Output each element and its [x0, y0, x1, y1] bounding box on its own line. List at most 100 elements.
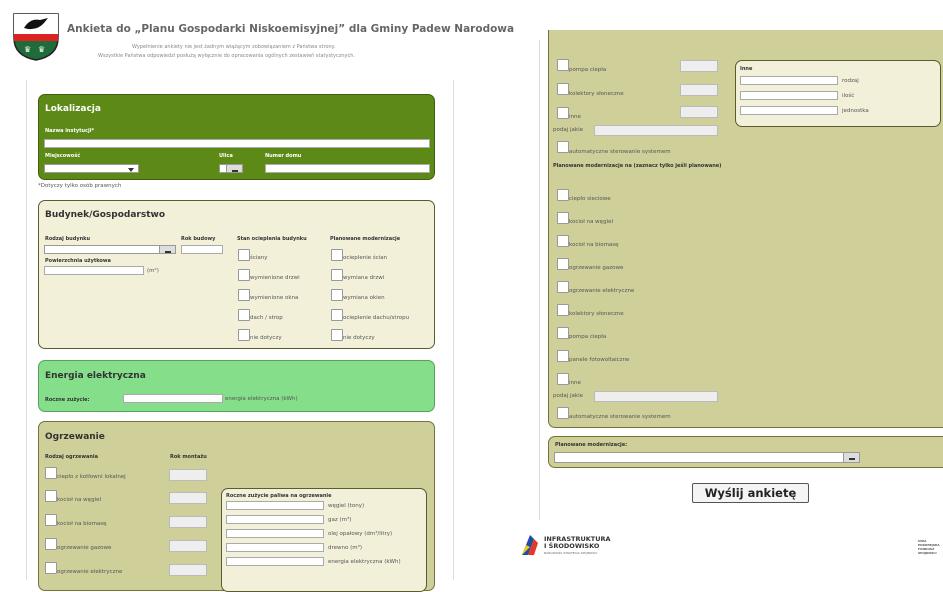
label-miejscowosc: Miejscowość: [45, 153, 81, 159]
checkbox-ogrz-elektryczne[interactable]: [45, 562, 57, 574]
checkbox-kolektory[interactable]: [557, 83, 569, 95]
checkbox-plan-nie-dotyczy[interactable]: [331, 329, 343, 341]
paliwo-unit: energia elektryczna (kWh): [328, 559, 401, 565]
section-energia: Energia elektryczna Roczne zużycie: ener…: [38, 360, 435, 412]
eu-line-2: FUNDUSZ SPÓJNOŚCI: [918, 547, 937, 555]
paliwo-unit: drewno (m³): [328, 545, 362, 551]
planowane-modernizacje-select[interactable]: [554, 452, 860, 463]
checkbox-plan-kolektory[interactable]: [557, 304, 569, 316]
checkbox-plan-pompa[interactable]: [557, 327, 569, 339]
rok-montazu-input[interactable]: [169, 516, 207, 528]
checkbox-stan-okna[interactable]: [238, 289, 250, 301]
checkbox-label: ściany: [250, 255, 268, 261]
footer-logo-text: INFRASTRUKTURA I ŚRODOWISKO: [544, 536, 611, 550]
label-roczne-zuzycie-paliwa: Roczne zużycie paliwa na ogrzewanie: [226, 493, 332, 499]
eu-line-1: UNIA EUROPEJSKA: [918, 539, 940, 547]
checkbox-plan-okna[interactable]: [331, 289, 343, 301]
rodzaj-budynku-select[interactable]: [44, 245, 176, 254]
label-planowane-modernizacje: Planowane modernizacje: [330, 236, 401, 242]
checkbox-plan-biomasa[interactable]: [557, 235, 569, 247]
rok-montazu-input[interactable]: [680, 106, 718, 118]
inne-field-label: rodzaj: [842, 78, 859, 84]
checkbox-plan-inne[interactable]: [557, 373, 569, 385]
label-rodzaj-ogrzewania: Rodzaj ogrzewania: [45, 454, 99, 460]
checkbox-plan-drzwi[interactable]: [331, 269, 343, 281]
gmina-crest-logo: ♛ ♛: [10, 10, 62, 62]
section-title-energia: Energia elektryczna: [45, 371, 146, 381]
checkbox-plan-fotowoltaika[interactable]: [557, 350, 569, 362]
label-rodzaj-budynku: Rodzaj budynku: [45, 236, 91, 242]
checkbox-label: ogrzewanie elektryczne: [57, 569, 123, 575]
checkbox-inne[interactable]: [557, 107, 569, 119]
checkbox-plan-cieplo[interactable]: [557, 189, 569, 201]
label-planowane-na: Planowane modernizacje na (zaznacz tylko…: [553, 163, 722, 169]
dropdown-button-icon: [226, 165, 242, 172]
checkbox-label: nie dotyczy: [343, 335, 375, 341]
rok-montazu-input[interactable]: [680, 60, 718, 72]
checkbox-label: automatyczne sterowanie systemem: [569, 414, 671, 420]
checkbox-automatyczne[interactable]: [557, 141, 569, 153]
checkbox-pompa-ciepla[interactable]: [557, 59, 569, 71]
checkbox-plan-sciany[interactable]: [331, 249, 343, 261]
eu-flag-ribbon-icon: [520, 533, 540, 557]
checkbox-stan-nie-dotyczy[interactable]: [238, 329, 250, 341]
rok-budowy-input[interactable]: [181, 245, 223, 254]
section-title-lokalizacja: Lokalizacja: [45, 104, 101, 114]
inne-jednostka-input[interactable]: [740, 106, 838, 115]
rok-montazu-input[interactable]: [169, 469, 207, 481]
paliwo-unit: węgiel (tony): [328, 503, 365, 509]
inne-ilosc-input[interactable]: [740, 91, 838, 100]
rok-montazu-input[interactable]: [680, 84, 718, 96]
miejscowosc-select[interactable]: [44, 164, 139, 173]
checkbox-ogrz-gaz[interactable]: [45, 538, 57, 550]
checkbox-label: automatyczne sterowanie systemem: [569, 149, 671, 155]
energia-input[interactable]: [123, 394, 223, 403]
powierzchnia-input[interactable]: [44, 266, 144, 275]
inne-box: Inne rodzaj ilość jednostka: [735, 60, 941, 127]
checkbox-stan-sciany[interactable]: [238, 249, 250, 261]
podaj-jakie-input[interactable]: [594, 125, 718, 136]
label-stan-ocieplenia: Stan ocieplenia budynku: [237, 236, 307, 242]
label-planowane-modernizacje-2: Planowane modernizacje:: [555, 442, 628, 448]
checkbox-automatyczne-2[interactable]: [557, 407, 569, 419]
rok-montazu-input[interactable]: [169, 564, 207, 576]
inne-field-label: jednostka: [842, 108, 869, 114]
nazwa-instytucji-input[interactable]: [44, 139, 430, 148]
rok-montazu-input[interactable]: [169, 540, 207, 552]
paliwo-input[interactable]: [226, 501, 324, 510]
svg-text:♛: ♛: [38, 45, 45, 54]
checkbox-stan-dach[interactable]: [238, 309, 250, 321]
paliwo-input[interactable]: [226, 557, 324, 566]
paliwo-unit: gaz (m³): [328, 517, 352, 523]
subtitle-line-1: Wypełnienie ankiety nie jest żadnym wiąż…: [132, 44, 336, 50]
label-numer-domu: Numer domu: [265, 153, 302, 159]
paliwo-unit: olej opałowy (dm³/litry): [328, 531, 393, 537]
paliwo-input[interactable]: [226, 543, 324, 552]
checkbox-plan-gaz[interactable]: [557, 258, 569, 270]
checkbox-label: wymiana drzwi: [343, 275, 385, 281]
dropdown-button-icon: [159, 246, 175, 253]
paliwo-box: Roczne zużycie paliwa na ogrzewanie węgi…: [221, 488, 427, 592]
checkbox-plan-wegiel[interactable]: [557, 212, 569, 224]
unit-m2: (m²): [147, 268, 159, 274]
paliwo-input[interactable]: [226, 515, 324, 524]
checkbox-ogrz-wegiel[interactable]: [45, 490, 57, 502]
checkbox-plan-elektryczne[interactable]: [557, 281, 569, 293]
podaj-jakie-input-2[interactable]: [594, 391, 718, 402]
checkbox-stan-drzwi[interactable]: [238, 269, 250, 281]
eu-text: UNIA EUROPEJSKA FUNDUSZ SPÓJNOŚCI: [918, 539, 943, 555]
checkbox-ogrz-cieplo[interactable]: [45, 467, 57, 479]
checkbox-ogrz-biomasa[interactable]: [45, 514, 57, 526]
section-title-ogrzewanie: Ogrzewanie: [45, 432, 105, 442]
inne-rodzaj-input[interactable]: [740, 76, 838, 85]
checkbox-plan-dach[interactable]: [331, 309, 343, 321]
rok-montazu-input[interactable]: [169, 492, 207, 504]
paliwo-input[interactable]: [226, 529, 324, 538]
label-podaj-jakie: podaj jakie: [553, 127, 583, 133]
checkbox-label: ciepło sieciowe: [569, 196, 611, 202]
svg-text:♛: ♛: [24, 45, 31, 54]
numer-domu-input[interactable]: [265, 164, 430, 173]
ulica-select[interactable]: [219, 164, 243, 173]
submit-button[interactable]: Wyślij ankietę: [692, 483, 809, 503]
checkbox-label: pompa ciepła: [569, 67, 607, 73]
